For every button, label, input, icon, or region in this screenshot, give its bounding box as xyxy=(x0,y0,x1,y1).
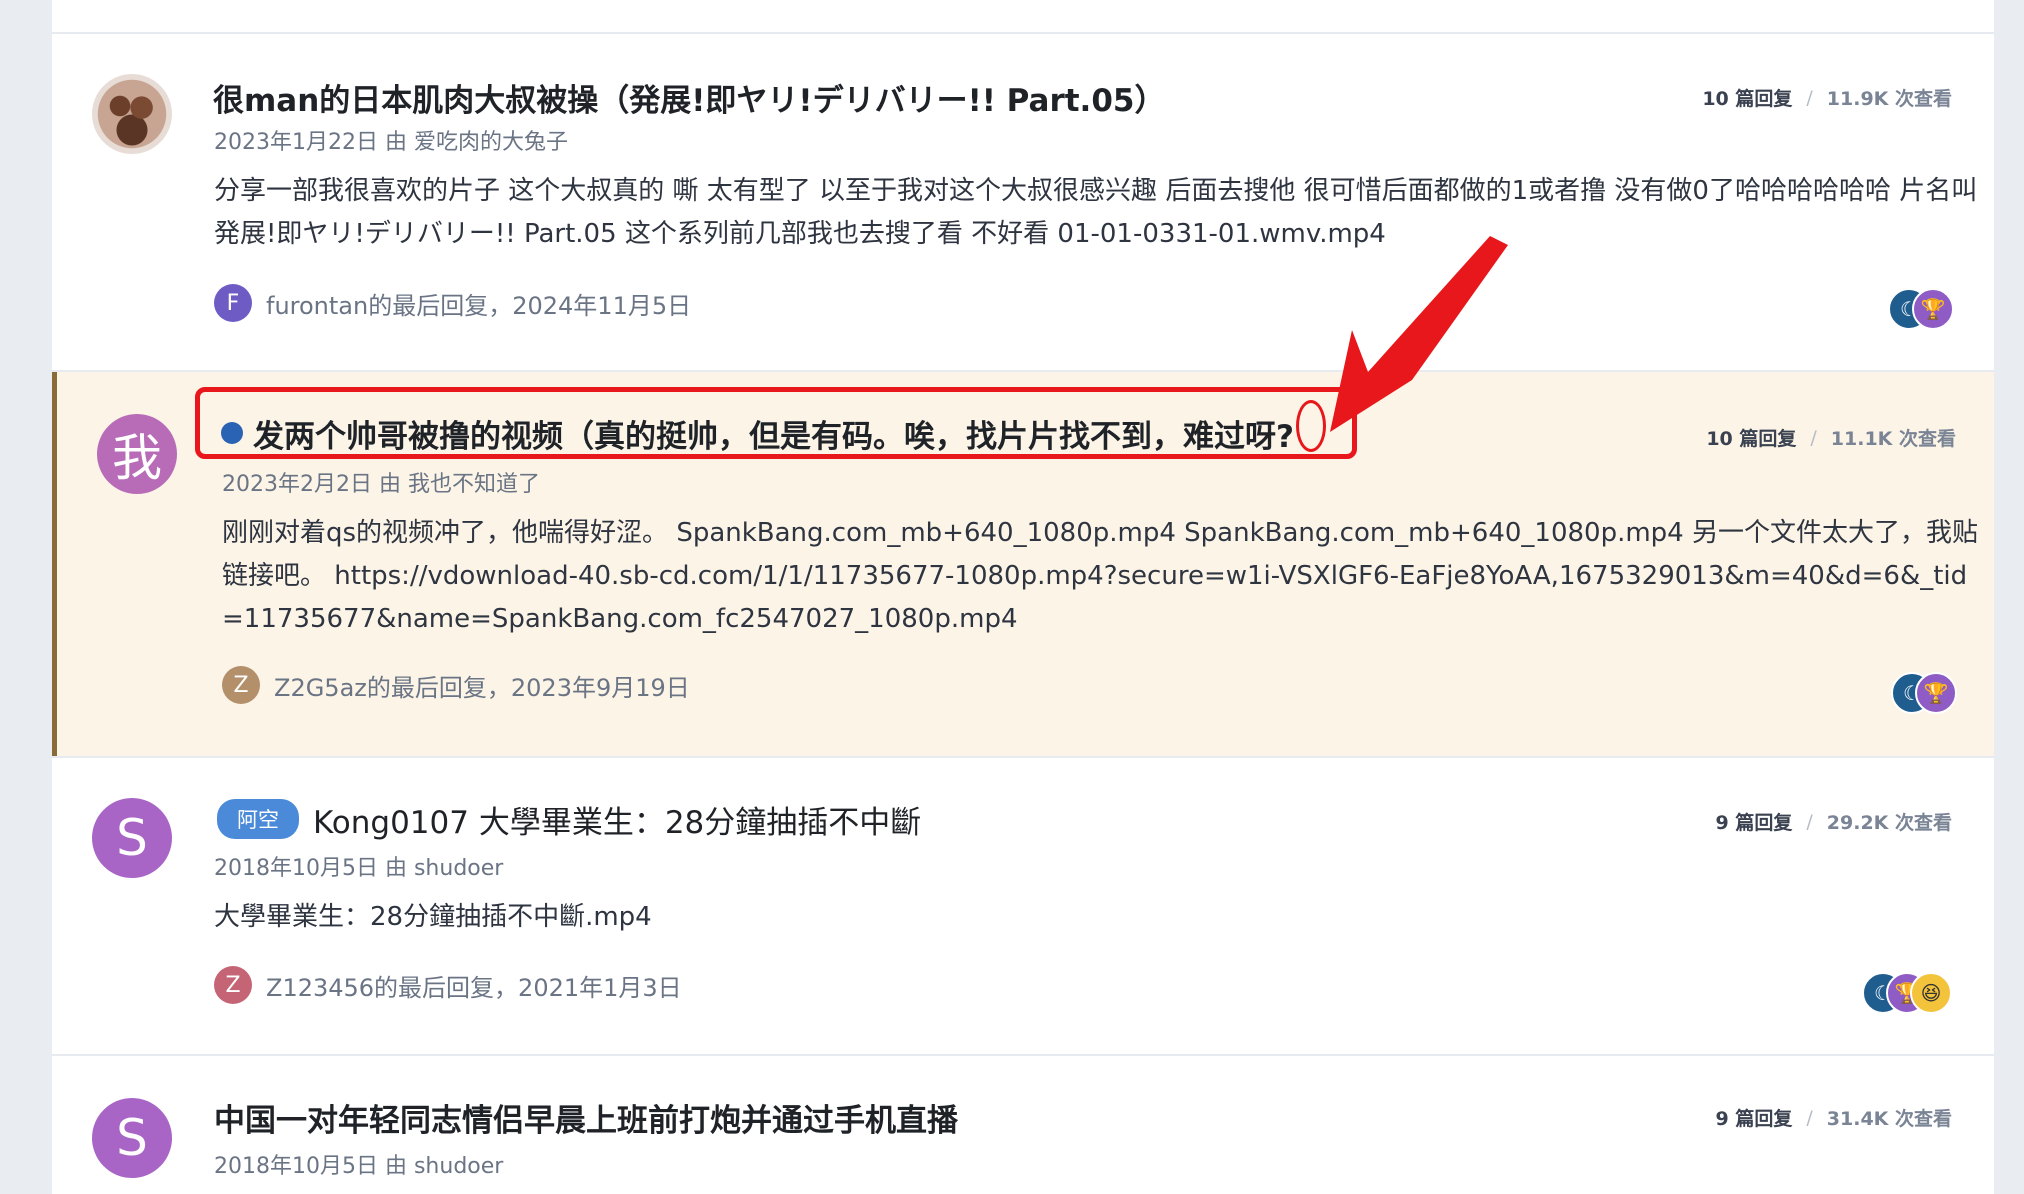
red-arrow-icon xyxy=(1330,236,1508,432)
